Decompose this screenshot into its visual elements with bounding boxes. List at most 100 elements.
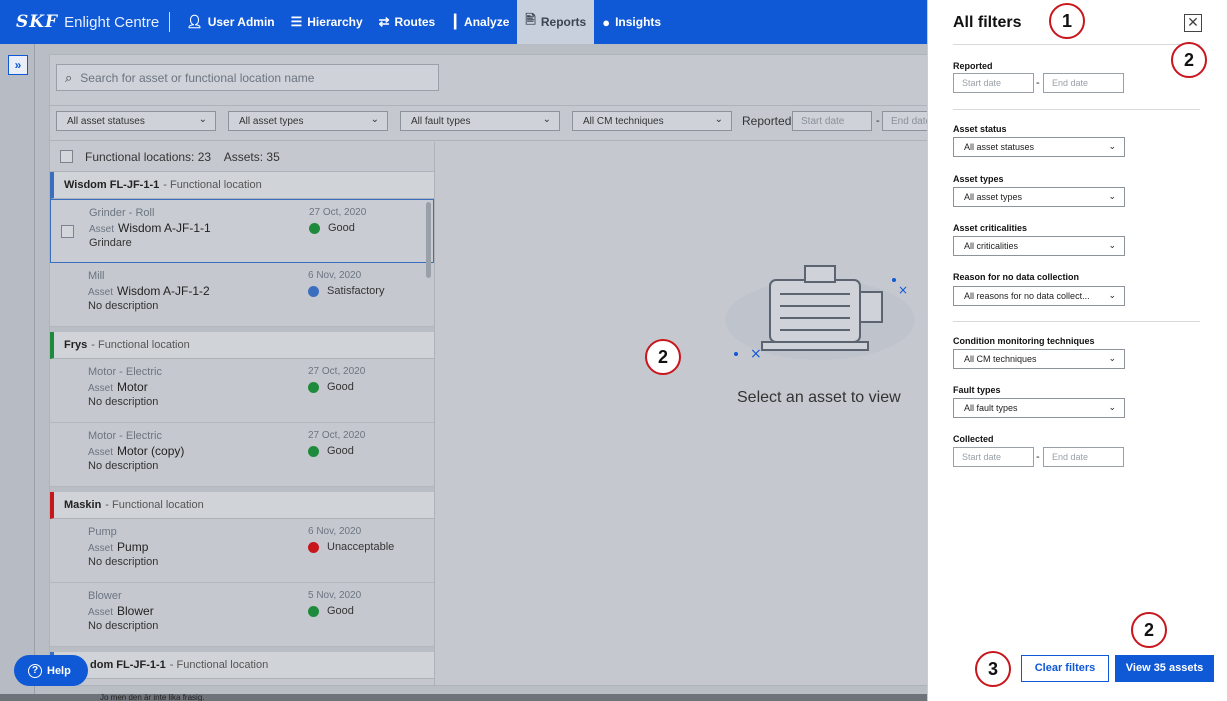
reports-panel: ⌕ Search for asset or functional locatio… (49, 54, 950, 687)
no-data-reason-select[interactable]: All reasons for no data collect... ⌄ (953, 286, 1125, 306)
asset-types-select[interactable]: All asset types ⌄ (953, 187, 1125, 207)
functional-location-header[interactable]: Wisdom FL-JF-1-1- Functional location (50, 172, 434, 199)
fault-type-select[interactable]: All fault types ⌄ (400, 111, 560, 131)
callout-2: 2 (645, 339, 681, 375)
nav-hierarchy[interactable]: ☰ Hierarchy (283, 0, 371, 44)
nav-insights[interactable]: ● Insights (594, 0, 669, 44)
asset-status-select[interactable]: All asset statuses ⌄ (953, 137, 1125, 157)
status-dot-icon (308, 605, 319, 617)
chevron-down-icon: ⌄ (1108, 402, 1116, 412)
chevron-down-icon: ⌄ (1108, 290, 1116, 300)
double-chevron-right-icon: » (14, 58, 22, 72)
date-separator: - (1036, 77, 1040, 89)
bottom-text: Jo men den är inte lika frasig. (100, 693, 205, 701)
chevron-down-icon: ⌄ (714, 114, 723, 125)
collected-label: Collected (953, 434, 994, 444)
functional-location-header[interactable]: dom FL-JF-1-1- Functional location (50, 652, 434, 679)
left-gutter (0, 44, 35, 701)
fault-types-select[interactable]: All fault types ⌄ (953, 398, 1125, 418)
close-icon[interactable]: ✕ (1184, 14, 1202, 32)
asset-types-label: Asset types (953, 174, 1004, 184)
asset-status-label: Asset status (953, 124, 1007, 134)
search-placeholder: Search for asset or functional location … (80, 70, 315, 85)
lightbulb-icon: ● (602, 14, 611, 30)
status-badge: Good (308, 445, 354, 457)
asset-criticalities-label: Asset criticalities (953, 223, 1028, 233)
reported-end-date[interactable]: End date (1043, 73, 1124, 93)
status-badge: Good (308, 381, 354, 393)
date-separator: - (1036, 451, 1040, 463)
list-header: Functional locations: 23 Assets: 35 (50, 142, 434, 172)
select-all-checkbox[interactable] (60, 150, 73, 163)
clear-filters-button[interactable]: Clear filters (1021, 655, 1109, 682)
divider (953, 321, 1200, 322)
asset-status-select[interactable]: All asset statuses ⌄ (56, 111, 216, 131)
expand-sidebar-button[interactable]: » (8, 55, 28, 75)
asset-criticalities-select[interactable]: All criticalities ⌄ (953, 236, 1125, 256)
search-icon: ⌕ (65, 69, 73, 85)
cm-techniques-label: Condition monitoring techniques (953, 336, 1095, 346)
status-dot-icon (309, 222, 320, 234)
list-item[interactable]: Blower Asset Blower No description 5 Nov,… (50, 583, 434, 647)
status-dot-icon (308, 541, 319, 553)
app-logo[interactable]: SKF Enlight Centre (0, 12, 178, 32)
status-badge: Good (309, 222, 355, 234)
chart-icon: ┃ (451, 14, 460, 29)
reported-start-date[interactable]: Start date (953, 73, 1034, 93)
hierarchy-icon: ☰ (290, 14, 303, 29)
list-item[interactable]: Grinder - Roll Asset Wisdom A-JF-1-1 Grin… (50, 199, 434, 263)
fault-types-label: Fault types (953, 385, 1001, 395)
machine-illustration-icon: × × (725, 265, 915, 362)
search-input[interactable]: ⌕ Search for asset or functional locatio… (56, 64, 439, 91)
chevron-down-icon: ⌄ (1108, 353, 1116, 363)
list-counts: Functional locations: 23 Assets: 35 (85, 149, 280, 164)
functional-location-header[interactable]: Frys - Functional location (50, 332, 434, 359)
chevron-down-icon: ⌄ (370, 114, 379, 125)
view-assets-button[interactable]: View 35 assets (1115, 655, 1214, 682)
asset-list: Functional locations: 23 Assets: 35 Wisd… (50, 142, 435, 687)
filter-bar: All asset statuses ⌄ All asset types ⌄ All… (50, 105, 950, 141)
list-scrollbar[interactable] (426, 202, 431, 278)
reported-label: Reported (953, 61, 993, 71)
question-icon: ? (28, 663, 42, 678)
date-separator: - (876, 115, 880, 127)
collected-start-date[interactable]: Start date (953, 447, 1034, 467)
status-dot-icon (308, 381, 319, 393)
nav-reports[interactable]: 🖹︎ Reports (517, 0, 595, 44)
logo-divider (169, 12, 171, 32)
asset-type-select[interactable]: All asset types ⌄ (228, 111, 388, 131)
help-button[interactable]: ? Help (14, 655, 88, 686)
callout-3: 3 (975, 651, 1011, 687)
svg-text:×: × (898, 283, 908, 297)
chevron-down-icon: ⌄ (198, 114, 207, 125)
list-item[interactable]: Motor - Electric Asset Motor (copy) No de… (50, 423, 434, 487)
cm-technique-select[interactable]: All CM techniques ⌄ (572, 111, 732, 131)
skf-logo: SKF (16, 12, 59, 32)
list-item[interactable]: Pump Asset Pump No description 6 Nov, 202… (50, 519, 434, 583)
list-item[interactable]: Mill Asset Wisdom A-JF-1-2 No description… (50, 263, 434, 327)
functional-location-header[interactable]: Maskin - Functional location (50, 492, 434, 519)
chevron-down-icon: ⌄ (1108, 141, 1116, 151)
reported-start-date[interactable]: Start date (792, 111, 872, 131)
cm-techniques-select[interactable]: All CM techniques ⌄ (953, 349, 1125, 369)
main-nav: 👤︎ User Admin ☰ Hierarchy ⇄ Routes ┃ Analyze… (178, 0, 669, 44)
collected-end-date[interactable]: End date (1043, 447, 1124, 467)
list-item[interactable]: Motor - Electric Asset Motor No descripti… (50, 359, 434, 423)
status-dot-icon (308, 445, 319, 457)
drawer-title: All filters (953, 14, 1022, 31)
nav-analyze[interactable]: ┃ Analyze (443, 0, 517, 44)
routes-icon: ⇄ (378, 14, 390, 29)
asset-checkbox[interactable] (61, 225, 74, 238)
nav-routes[interactable]: ⇄ Routes (371, 0, 444, 44)
chevron-down-icon: ⌄ (542, 114, 551, 125)
callout-1: 1 (1049, 3, 1085, 39)
reported-label: Reported (742, 114, 792, 128)
divider (953, 109, 1200, 110)
status-dot-icon (308, 285, 319, 297)
empty-state-text: Select an asset to view (737, 389, 901, 406)
callout-2: 2 (1131, 612, 1167, 648)
status-badge: Good (308, 605, 354, 617)
status-badge: Satisfactory (308, 285, 384, 297)
chevron-down-icon: ⌄ (1108, 191, 1116, 201)
nav-user-admin[interactable]: 👤︎ User Admin (178, 0, 282, 44)
